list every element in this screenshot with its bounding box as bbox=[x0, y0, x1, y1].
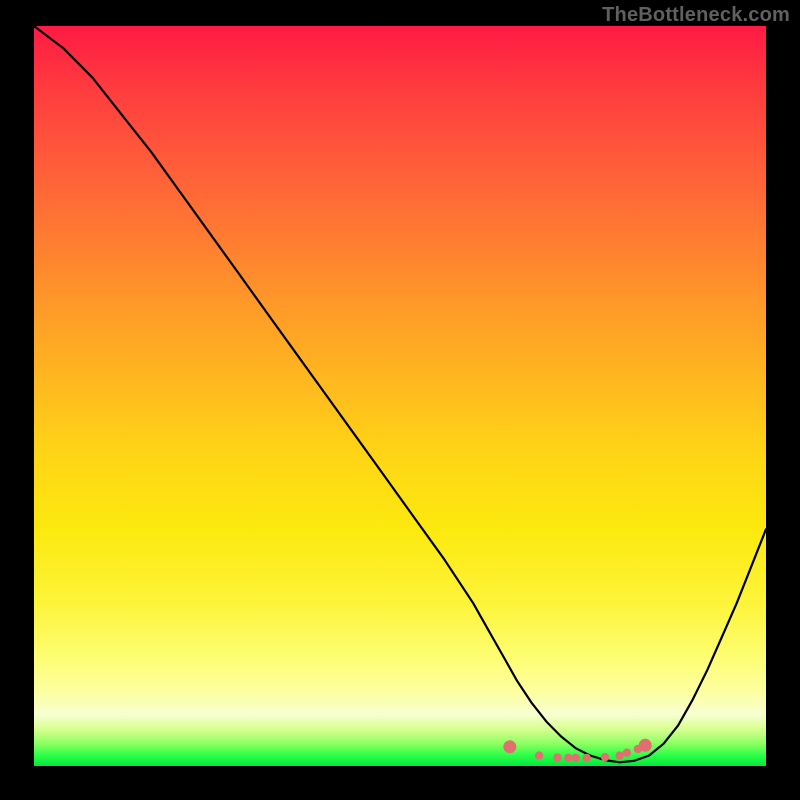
highlight-dot bbox=[623, 749, 631, 757]
plot-area bbox=[34, 26, 766, 766]
highlight-dot bbox=[615, 751, 623, 759]
highlight-dot bbox=[572, 754, 580, 762]
bottleneck-curve bbox=[34, 26, 766, 762]
curve-overlay bbox=[34, 26, 766, 766]
highlight-dot bbox=[553, 753, 561, 761]
highlight-dot bbox=[564, 754, 572, 762]
highlight-dots-group bbox=[503, 739, 651, 762]
highlight-dot bbox=[601, 753, 609, 761]
highlight-dot bbox=[535, 751, 543, 759]
highlight-dot bbox=[639, 739, 652, 752]
watermark-text: TheBottleneck.com bbox=[602, 4, 790, 27]
highlight-dot bbox=[503, 740, 516, 753]
highlight-dot bbox=[583, 754, 591, 762]
chart-container: TheBottleneck.com bbox=[0, 0, 800, 800]
